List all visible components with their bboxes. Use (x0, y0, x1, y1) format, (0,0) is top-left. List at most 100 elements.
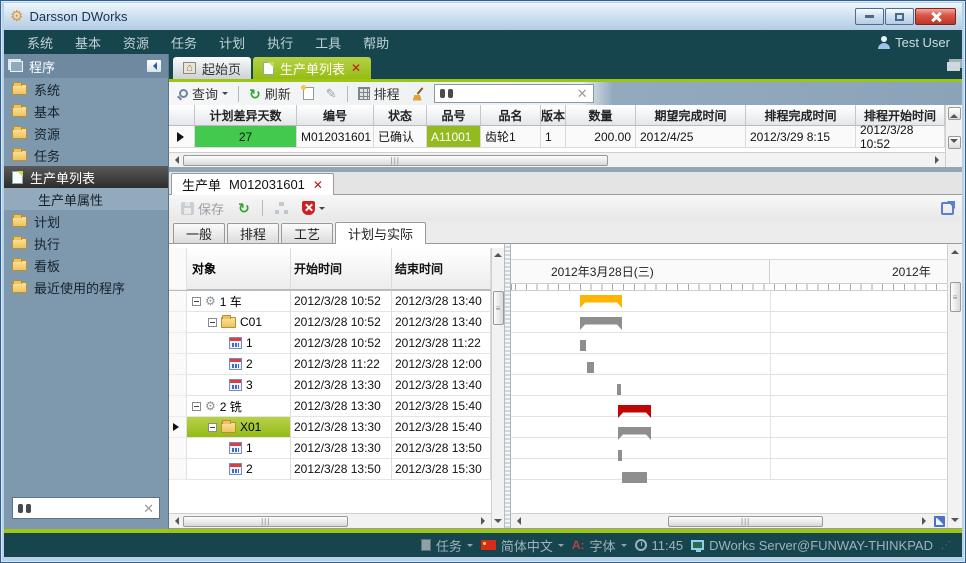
status-task-menu[interactable]: 任务 (421, 536, 473, 555)
grid-header[interactable]: 计划差异天数 (195, 105, 297, 126)
menu-task[interactable]: 任务 (171, 33, 197, 52)
save-button[interactable]: 保存 (177, 198, 228, 219)
tree-row-task[interactable]: 1 2012/3/28 10:52 2012/3/28 11:22 (169, 333, 491, 354)
sidebar-item-production-order-list[interactable]: 生产单列表 (4, 166, 168, 188)
tree-row-task[interactable]: 3 2012/3/28 13:30 2012/3/28 13:40 (169, 375, 491, 396)
scroll-down-button[interactable] (948, 136, 961, 149)
collapse-toggle[interactable] (192, 297, 201, 306)
scroll-up-icon[interactable] (494, 249, 502, 257)
status-language-menu[interactable]: 简体中文 (481, 536, 564, 555)
detail-tab-close-icon[interactable]: ✕ (313, 179, 323, 191)
current-user[interactable]: Test User (878, 35, 950, 50)
sidebar-collapse-button[interactable] (146, 59, 162, 73)
scroll-right-icon[interactable] (922, 517, 930, 525)
gantt-day-2[interactable]: 2012年 (770, 260, 947, 283)
minimize-button[interactable] (855, 8, 884, 25)
hscroll-thumb[interactable]: ||| (183, 155, 608, 166)
grid-header[interactable]: 状态 (374, 105, 427, 126)
tab-production-order-list[interactable]: 生产单列表 ✕ (253, 57, 371, 79)
gantt-popout-icon[interactable] (934, 516, 945, 527)
sidebar-item-plan[interactable]: 计划 (4, 210, 168, 232)
sidebar-item-recent-programs[interactable]: 最近使用的程序 (4, 276, 168, 298)
sidebar-search-input[interactable] (36, 501, 138, 515)
clean-button[interactable] (408, 86, 430, 102)
sidebar-item-execute[interactable]: 执行 (4, 232, 168, 254)
tree-row-task[interactable]: 2 2012/3/28 11:22 2012/3/28 12:00 (169, 354, 491, 375)
collapse-toggle[interactable] (192, 402, 201, 411)
edit-button[interactable]: ✎ (322, 85, 341, 103)
title-bar[interactable]: ⚙ Darsson DWorks (4, 3, 962, 30)
new-button[interactable] (299, 86, 318, 101)
gantt-hscrollbar[interactable]: ||| (511, 513, 947, 528)
vscroll-thumb[interactable]: ≡ (493, 291, 504, 325)
grid-header[interactable]: 品号 (427, 105, 481, 126)
scroll-left-icon[interactable] (171, 517, 179, 525)
grid-header[interactable]: 品名 (481, 105, 541, 126)
tab-close-icon[interactable]: ✕ (351, 62, 361, 74)
tree-header-end[interactable]: 结束时间 (392, 248, 491, 290)
tree-row-task[interactable]: 2 2012/3/28 13:50 2012/3/28 15:30 (169, 459, 491, 480)
grid-header[interactable]: 排程完成时间 (746, 105, 856, 126)
window-list-icon[interactable] (947, 62, 960, 71)
tab-general[interactable]: 一般 (173, 223, 225, 243)
sidebar-item-task[interactable]: 任务 (4, 144, 168, 166)
sidebar-item-system[interactable]: 系统 (4, 78, 168, 100)
sidebar-item-board[interactable]: 看板 (4, 254, 168, 276)
gantt-bar[interactable] (580, 317, 622, 330)
status-font-menu[interactable]: A: 字体 (572, 536, 627, 555)
quick-search-input[interactable] (458, 87, 572, 101)
gantt-bar[interactable] (618, 450, 622, 461)
gantt-vscrollbar[interactable]: ≡ (947, 244, 962, 528)
scroll-down-icon[interactable] (494, 519, 502, 527)
schedule-button[interactable]: 排程 (354, 83, 404, 104)
grid-header[interactable]: 编号 (297, 105, 374, 126)
query-button[interactable]: 查询 (175, 83, 232, 104)
collapse-toggle[interactable] (208, 318, 217, 327)
tab-plan-vs-actual[interactable]: 计划与实际 (335, 222, 426, 244)
refresh-button[interactable]: ↻ 刷新 (245, 83, 295, 104)
menu-system[interactable]: 系统 (27, 33, 53, 52)
close-button[interactable] (915, 8, 956, 25)
gantt-bar[interactable] (618, 427, 651, 440)
collapse-toggle[interactable] (208, 423, 217, 432)
gantt-bar[interactable] (618, 405, 651, 418)
scroll-right-icon[interactable] (935, 156, 943, 164)
tree-vscrollbar[interactable]: ≡ (491, 248, 504, 528)
grid-header[interactable]: 期望完成时间 (636, 105, 746, 126)
grid-header[interactable]: 数量 (566, 105, 636, 126)
validate-button[interactable] (298, 200, 329, 216)
tree-header-start[interactable]: 开始时间 (291, 248, 392, 290)
menu-plan[interactable]: 计划 (219, 33, 245, 52)
gantt-bar[interactable] (622, 472, 647, 483)
tab-schedule[interactable]: 排程 (227, 223, 279, 243)
scroll-down-icon[interactable] (951, 518, 959, 526)
menu-tools[interactable]: 工具 (315, 33, 341, 52)
hscroll-thumb[interactable]: ||| (183, 516, 348, 527)
vscroll-thumb[interactable]: ≡ (950, 282, 961, 312)
gantt-bar[interactable] (580, 340, 586, 351)
scroll-up-button[interactable] (948, 107, 961, 120)
scroll-up-icon[interactable] (951, 246, 959, 254)
refresh-detail-button[interactable]: ↻ (234, 200, 254, 216)
scroll-left-icon[interactable] (171, 156, 179, 164)
tab-home[interactable]: ⌂ 起始页 (173, 57, 251, 79)
tree-row-group-c01[interactable]: C01 2012/3/28 10:52 2012/3/28 13:40 (169, 312, 491, 333)
sidebar-item-basic[interactable]: 基本 (4, 100, 168, 122)
grid-header[interactable]: 版本 (541, 105, 566, 126)
sidebar-item-resource[interactable]: 资源 (4, 122, 168, 144)
tree-header-object[interactable]: 对象 (187, 248, 291, 290)
gantt-day-1[interactable]: 2012年3月28日(三) (511, 260, 770, 283)
grid-data-row[interactable]: 27 M012031601 已确认 A11001 齿轮1 1 200.00 20… (169, 126, 945, 148)
popout-icon[interactable] (941, 202, 954, 215)
tree-hscrollbar[interactable]: ||| (169, 513, 491, 528)
tree-row-task[interactable]: 1 2012/3/28 13:30 2012/3/28 13:50 (169, 438, 491, 459)
structure-button[interactable] (271, 201, 292, 215)
clear-search-icon[interactable]: ✕ (577, 87, 588, 100)
menu-help[interactable]: 帮助 (363, 33, 389, 52)
clear-search-icon[interactable]: ✕ (143, 502, 154, 515)
sidebar-item-production-order-props[interactable]: 生产单属性 (4, 188, 168, 210)
tree-row-group-x01-selected[interactable]: X01 2012/3/28 13:30 2012/3/28 15:40 (169, 417, 491, 438)
tree-row-machine-1[interactable]: ⚙1 车 2012/3/28 10:52 2012/3/28 13:40 (169, 291, 491, 312)
tree-row-machine-2[interactable]: ⚙2 铣 2012/3/28 13:30 2012/3/28 15:40 (169, 396, 491, 417)
gantt-bar[interactable] (587, 362, 594, 373)
